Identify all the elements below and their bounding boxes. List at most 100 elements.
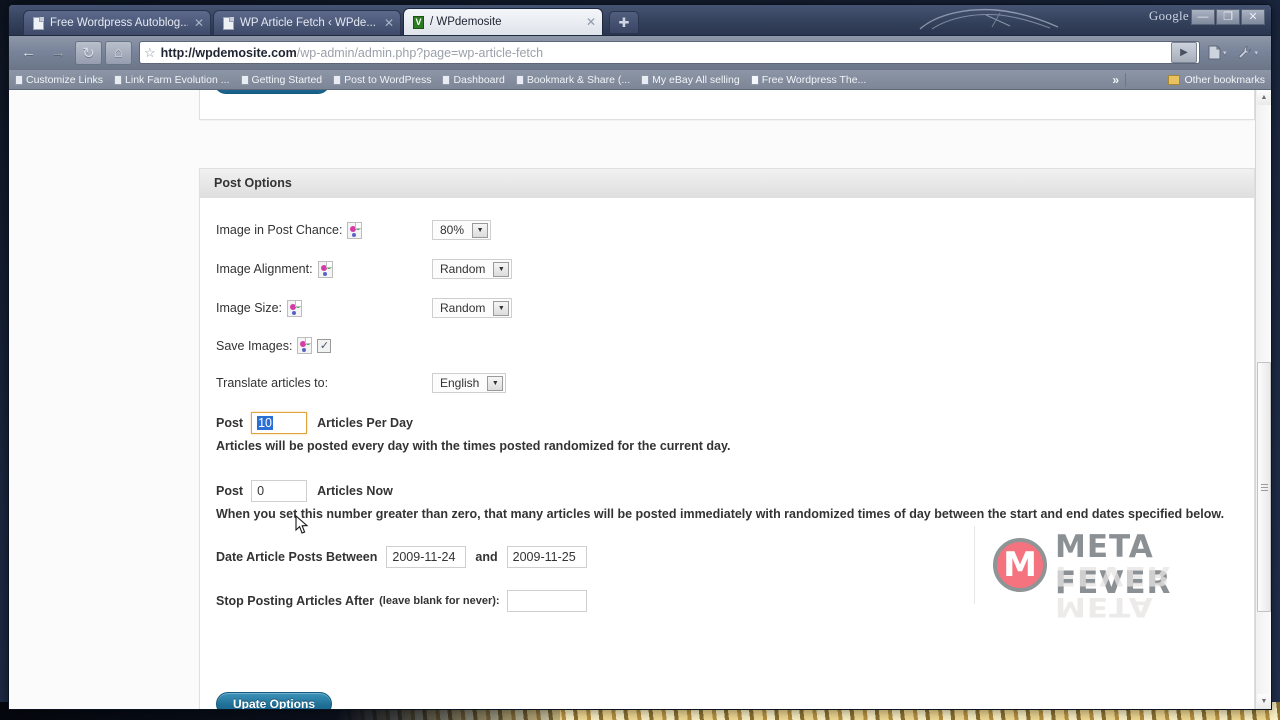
field-label: Image Alignment: bbox=[216, 262, 313, 276]
scrollbar-thumb[interactable] bbox=[1257, 362, 1271, 612]
url-text: http://wpdemosite.com/wp-admin/admin.php… bbox=[161, 46, 543, 60]
field-label: Image in Post Chance: bbox=[216, 223, 343, 237]
minimize-button[interactable]: — bbox=[1191, 9, 1215, 25]
scroll-up-arrow-icon[interactable]: ▲ bbox=[1257, 90, 1271, 105]
wrench-menu-icon[interactable]: ▾ bbox=[1233, 41, 1262, 65]
close-icon[interactable]: ✕ bbox=[586, 15, 596, 29]
page-menu-icon[interactable]: ▾ bbox=[1204, 41, 1231, 65]
date-range-label: Date Article Posts Between bbox=[216, 550, 378, 564]
field-label: Translate articles to: bbox=[216, 376, 329, 390]
post-options-panel-header: Post Options bbox=[200, 169, 1254, 198]
bookmark-link-farm-evolution[interactable]: Link Farm Evolution ... bbox=[114, 74, 230, 86]
folder-icon bbox=[1168, 74, 1181, 85]
articles-now-input[interactable]: 0 bbox=[251, 480, 308, 502]
address-bar[interactable]: ☆ http://wpdemosite.com/wp-admin/admin.p… bbox=[139, 41, 1200, 64]
bookmark-post-to-wordpress[interactable]: Post to WordPress bbox=[333, 74, 431, 86]
url-path: /wp-admin/admin.php?page=wp-article-fetc… bbox=[296, 45, 544, 60]
bookmark-dashboard[interactable]: Dashboard bbox=[442, 74, 505, 86]
web-page-content: Upate Options Post Options Image in Post… bbox=[9, 90, 1255, 709]
bookmark-bookmark-and-share[interactable]: Bookmark & Share (... bbox=[515, 73, 631, 86]
bookmark-label: Customize Links bbox=[26, 73, 104, 86]
close-icon[interactable]: ✕ bbox=[194, 16, 204, 30]
stop-posting-input[interactable] bbox=[506, 590, 587, 612]
update-options-button-bottom[interactable]: Upate Options bbox=[216, 692, 333, 709]
bookmark-my-ebay-all-selling[interactable]: My eBay All selling bbox=[641, 74, 740, 86]
back-arrow-icon[interactable]: ← bbox=[15, 41, 42, 65]
field-label: Save Images: bbox=[216, 338, 293, 353]
field-label: Image Size: bbox=[216, 301, 283, 315]
input-value: 0 bbox=[257, 484, 265, 498]
page-icon bbox=[114, 74, 123, 85]
page-icon bbox=[223, 16, 234, 30]
input-value: 2009-11-24 bbox=[392, 550, 456, 564]
close-window-button[interactable]: ✕ bbox=[1241, 9, 1265, 25]
image-alignment-label-group: Image Alignment: bbox=[216, 260, 432, 278]
tab-wp-article-fetch[interactable]: WP Article Fetch ‹ WPde... ✕ bbox=[213, 10, 401, 35]
per-day-prefix-label: Post bbox=[216, 416, 244, 430]
chevron-down-icon: ▾ bbox=[1254, 49, 1258, 57]
bookmarks-overflow-chevron-icon[interactable]: » bbox=[1112, 73, 1119, 87]
date-joiner-label: and bbox=[475, 550, 498, 564]
go-button[interactable]: ▶ bbox=[1170, 42, 1197, 63]
bookmark-label: My eBay All selling bbox=[652, 73, 740, 86]
bookmark-free-wordpress-themes[interactable]: Free Wordpress The... bbox=[750, 73, 867, 86]
save-images-checkbox[interactable]: ✓ bbox=[317, 338, 332, 353]
translate-language-select[interactable]: English ▼ bbox=[432, 373, 507, 393]
other-bookmarks-folder[interactable]: Other bookmarks bbox=[1168, 74, 1265, 86]
page-icon bbox=[641, 74, 650, 85]
maximize-button[interactable]: ❐ bbox=[1216, 9, 1240, 25]
image-size-select[interactable]: Random ▼ bbox=[432, 298, 513, 318]
scroll-down-arrow-icon[interactable]: ▼ bbox=[1257, 694, 1271, 709]
new-tab-button[interactable]: ✚ bbox=[609, 11, 639, 33]
meta-fever-wordmark: META FEVER META FEVER bbox=[1055, 529, 1244, 622]
chevron-down-icon[interactable]: ▼ bbox=[472, 222, 489, 238]
bookmarks-divider bbox=[1125, 73, 1126, 87]
bookmark-customize-links[interactable]: Customize Links bbox=[15, 74, 103, 86]
per-day-suffix-label: Articles Per Day bbox=[317, 416, 413, 430]
stop-posting-label: Stop Posting Articles After bbox=[216, 594, 375, 608]
browser-tabstrip: Google — ❐ ✕ Free Wordpress Autoblog... … bbox=[9, 5, 1271, 35]
now-description: When you set this number greater than ze… bbox=[216, 507, 1225, 521]
translate-label-group: Translate articles to: bbox=[216, 376, 432, 390]
forward-arrow-icon[interactable]: → bbox=[45, 41, 72, 65]
row-image-size: Image Size: Random ▼ bbox=[216, 298, 1254, 318]
bookmark-label: Bookmark & Share (... bbox=[526, 73, 631, 86]
articles-per-day-input[interactable]: 10 bbox=[251, 412, 308, 434]
vbulletin-v-icon: V bbox=[413, 15, 424, 29]
chevron-down-icon[interactable]: ▼ bbox=[493, 300, 510, 316]
date-end-input[interactable]: 2009-11-25 bbox=[506, 546, 587, 568]
update-options-button-top[interactable]: Upate Options bbox=[214, 90, 331, 94]
close-icon[interactable]: ✕ bbox=[384, 16, 394, 30]
row-image-in-post-chance: Image in Post Chance: 80% ▼ bbox=[216, 220, 1254, 240]
chevron-down-icon[interactable]: ▼ bbox=[487, 375, 504, 391]
save-images-label-group: Save Images: ✓ bbox=[216, 337, 332, 354]
bookmark-getting-started[interactable]: Getting Started bbox=[240, 74, 322, 86]
general-options-panel: Upate Options bbox=[199, 90, 1255, 120]
row-translate-articles: Translate articles to: English ▼ bbox=[216, 373, 1254, 393]
post-options-form: Image in Post Chance: 80% ▼ Image Alignm… bbox=[200, 198, 1254, 709]
panel-title: Post Options bbox=[214, 176, 292, 190]
broken-image-icon bbox=[287, 299, 303, 317]
date-start-input[interactable]: 2009-11-24 bbox=[386, 546, 467, 568]
bookmark-label: Free Wordpress The... bbox=[761, 73, 867, 86]
watermark-text-reflection: META FEVER bbox=[1055, 560, 1172, 622]
meta-fever-logo-icon: M bbox=[993, 538, 1047, 592]
chevron-down-icon[interactable]: ▼ bbox=[493, 261, 510, 277]
home-icon[interactable]: ⌂ bbox=[105, 40, 132, 65]
browser-window: Google — ❐ ✕ Free Wordpress Autoblog... … bbox=[8, 4, 1272, 710]
vertical-scrollbar[interactable]: ▲ ▼ bbox=[1255, 90, 1271, 709]
post-options-panel: Post Options Image in Post Chance: 80% ▼ bbox=[199, 168, 1255, 709]
chevron-down-icon: ▾ bbox=[1222, 49, 1227, 57]
other-bookmarks-label: Other bookmarks bbox=[1184, 73, 1265, 86]
reload-icon[interactable]: ↻ bbox=[75, 40, 102, 65]
now-prefix-label: Post bbox=[216, 484, 244, 498]
page-icon bbox=[515, 74, 524, 85]
tab-wpdemosite[interactable]: V / WPdemosite ✕ bbox=[403, 8, 603, 35]
now-suffix-label: Articles Now bbox=[317, 484, 393, 498]
image-alignment-select[interactable]: Random ▼ bbox=[432, 259, 513, 279]
image-chance-select[interactable]: 80% ▼ bbox=[432, 220, 492, 240]
bookmark-star-icon[interactable]: ☆ bbox=[144, 45, 156, 61]
input-value: 2009-11-25 bbox=[512, 550, 576, 564]
selected-value: English bbox=[440, 376, 480, 390]
tab-free-wordpress-autoblog[interactable]: Free Wordpress Autoblog... ✕ bbox=[23, 10, 211, 35]
